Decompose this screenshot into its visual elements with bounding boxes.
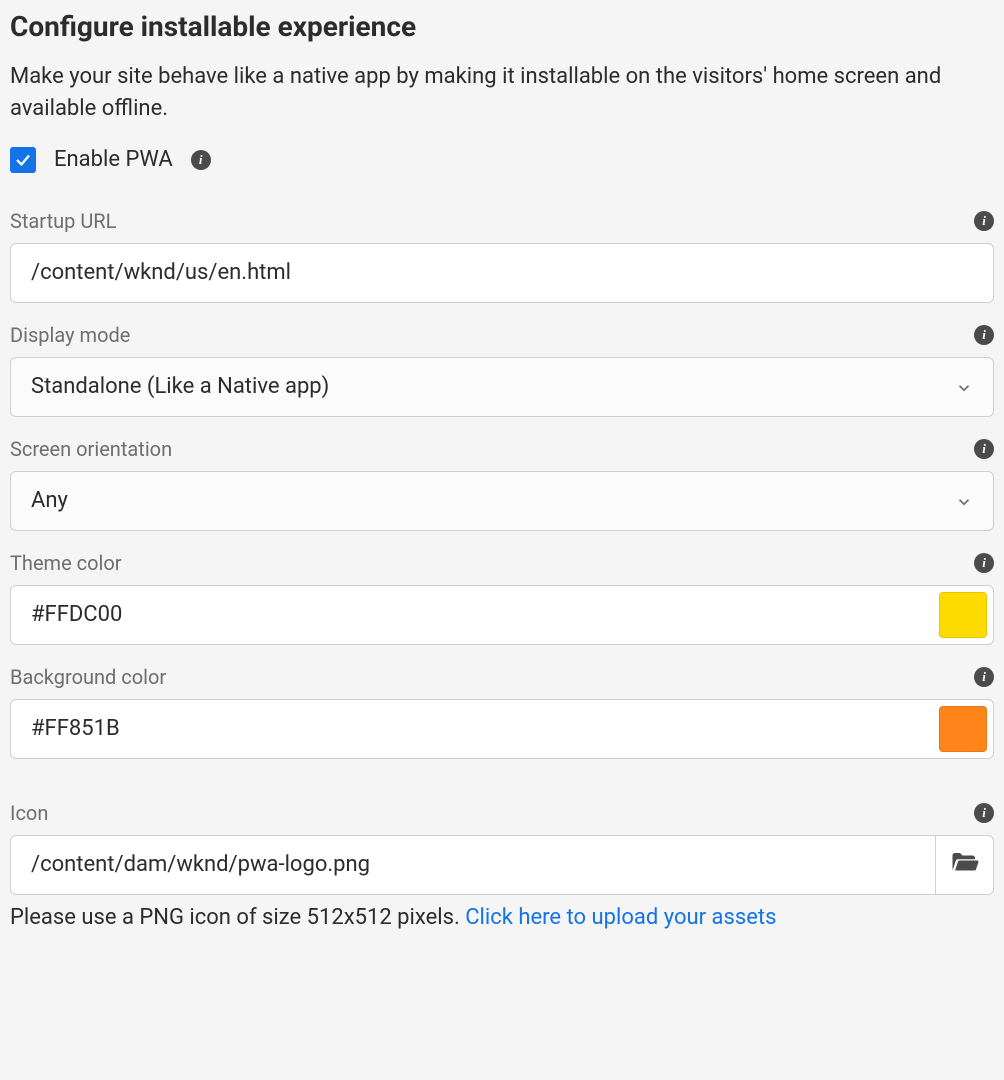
screen-orientation-select[interactable]: Any [10, 471, 994, 531]
background-color-label: Background color [10, 665, 166, 689]
display-mode-label: Display mode [10, 323, 130, 347]
info-icon[interactable]: i [974, 325, 994, 345]
display-mode-value: Standalone (Like a Native app) [31, 374, 329, 399]
info-icon[interactable]: i [191, 150, 211, 170]
info-icon[interactable]: i [974, 667, 994, 687]
info-icon[interactable]: i [974, 439, 994, 459]
folder-open-icon [950, 848, 980, 882]
icon-path-input[interactable]: /content/dam/wknd/pwa-logo.png [10, 835, 936, 895]
chevron-down-icon [955, 378, 973, 396]
screen-orientation-value: Any [31, 488, 68, 513]
theme-color-value: #FFDC00 [31, 602, 122, 627]
page-description: Make your site behave like a native app … [10, 61, 994, 125]
display-mode-select[interactable]: Standalone (Like a Native app) [10, 357, 994, 417]
icon-hint: Please use a PNG icon of size 512x512 pi… [10, 905, 994, 930]
upload-assets-link[interactable]: Click here to upload your assets [465, 905, 776, 930]
theme-color-swatch[interactable] [939, 592, 987, 638]
startup-url-input[interactable]: /content/wknd/us/en.html [10, 243, 994, 303]
icon-label: Icon [10, 801, 48, 825]
background-color-value: #FF851B [31, 716, 120, 741]
browse-folder-button[interactable] [936, 835, 994, 895]
icon-hint-text: Please use a PNG icon of size 512x512 pi… [10, 905, 465, 930]
screen-orientation-label: Screen orientation [10, 437, 172, 461]
info-icon[interactable]: i [974, 803, 994, 823]
theme-color-input[interactable]: #FFDC00 [10, 585, 994, 645]
chevron-down-icon [955, 492, 973, 510]
startup-url-value: /content/wknd/us/en.html [31, 260, 291, 285]
icon-path-value: /content/dam/wknd/pwa-logo.png [31, 852, 370, 877]
theme-color-label: Theme color [10, 551, 122, 575]
startup-url-label: Startup URL [10, 209, 116, 233]
info-icon[interactable]: i [974, 211, 994, 231]
enable-pwa-label: Enable PWA [54, 147, 173, 172]
page-title: Configure installable experience [10, 10, 994, 43]
enable-pwa-checkbox[interactable] [10, 147, 36, 173]
info-icon[interactable]: i [974, 553, 994, 573]
background-color-swatch[interactable] [939, 706, 987, 752]
background-color-input[interactable]: #FF851B [10, 699, 994, 759]
